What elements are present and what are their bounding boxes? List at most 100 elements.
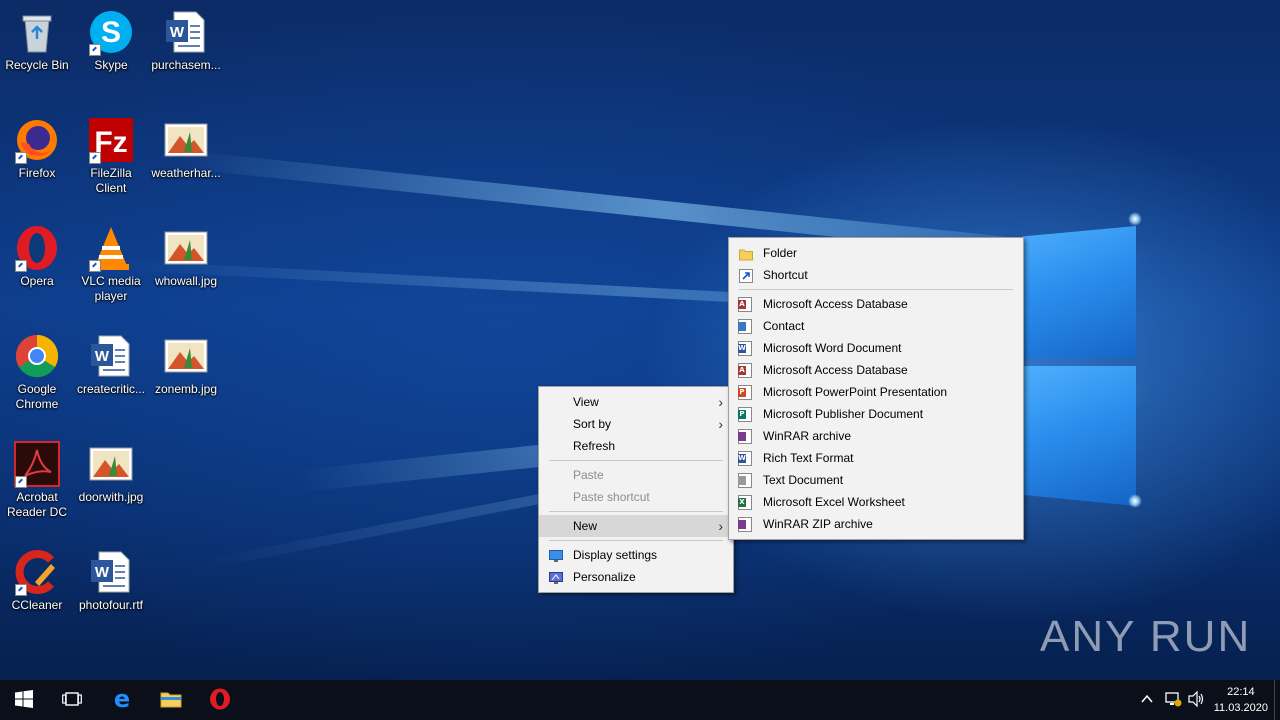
menu-item-new[interactable]: New › — [539, 515, 733, 537]
excel-icon: X — [738, 495, 752, 510]
folder-icon — [739, 246, 753, 261]
personalize-icon — [549, 570, 563, 584]
submenu-item-new-file[interactable]: WinRAR ZIP archive — [729, 513, 1023, 535]
new-submenu: Folder Shortcut A Microsoft Access Databa… — [728, 237, 1024, 540]
submenu-item-new-file[interactable]: Text Document — [729, 469, 1023, 491]
file-type-badge — [738, 476, 746, 485]
submenu-item-new-file[interactable]: W Microsoft Word Document — [729, 337, 1023, 359]
desktop-icon-whowall[interactable]: whowall.jpg — [149, 224, 223, 289]
desktop-icon-label: Skype — [94, 58, 128, 72]
menu-item-label: New — [573, 519, 598, 533]
desktop-icon-label: Google Chrome — [15, 382, 59, 411]
menu-separator — [739, 289, 1013, 290]
menu-item-label: WinRAR ZIP archive — [763, 517, 873, 531]
desktop-icon-ccleaner[interactable]: CCleaner — [0, 548, 74, 613]
desktop-icon-firefox[interactable]: Firefox — [0, 116, 74, 181]
start-button[interactable] — [0, 680, 48, 720]
submenu-item-new-file[interactable]: A Microsoft Access Database — [729, 359, 1023, 381]
menu-item-paste-shortcut: Paste shortcut — [539, 486, 733, 508]
submenu-item-new-file[interactable]: W Rich Text Format — [729, 447, 1023, 469]
taskbar-clock[interactable]: 22:14 11.03.2020 — [1214, 684, 1268, 716]
file-explorer-icon — [160, 690, 182, 711]
desktop-icon-skype[interactable]: S Skype — [74, 8, 148, 73]
filezilla-icon: Fz — [87, 116, 135, 164]
desktop-icon-chrome[interactable]: Google Chrome — [0, 332, 74, 412]
desktop-icon-opera[interactable]: Opera — [0, 224, 74, 289]
menu-item-label: Display settings — [573, 548, 658, 562]
show-desktop-button[interactable] — [1274, 680, 1280, 720]
network-icon — [1164, 692, 1182, 710]
menu-item-personalize[interactable]: Personalize — [539, 566, 733, 588]
desktop-icon-label: Acrobat Reader DC — [6, 490, 68, 519]
desktop-icon-vlc[interactable]: VLC media player — [74, 224, 148, 304]
desktop-icon-filezilla[interactable]: Fz FileZilla Client — [74, 116, 148, 196]
submenu-item-new-file[interactable]: WinRAR archive — [729, 425, 1023, 447]
file-type-badge — [738, 520, 746, 529]
access-icon: A — [738, 363, 752, 378]
menu-item-refresh[interactable]: Refresh — [539, 435, 733, 457]
submenu-item-new-file[interactable]: P Microsoft Publisher Document — [729, 403, 1023, 425]
menu-item-label: Microsoft Word Document — [763, 341, 902, 355]
submenu-item-new-file[interactable]: Contact — [729, 315, 1023, 337]
volume-button[interactable] — [1188, 690, 1206, 710]
anyrun-watermark: ANY RUN — [1040, 612, 1252, 661]
publisher-icon: P — [738, 407, 752, 422]
acrobat-icon — [13, 440, 61, 488]
menu-item-paste: Paste — [539, 464, 733, 486]
desktop-icon-photofour[interactable]: W photofour.rtf — [74, 548, 148, 613]
desktop-icon-acrobat[interactable]: Acrobat Reader DC — [0, 440, 74, 520]
desktop-icon-zonemb[interactable]: zonemb.jpg — [149, 332, 223, 397]
menu-item-label: Shortcut — [763, 268, 808, 282]
taskbar-edge-button[interactable]: e — [98, 680, 146, 720]
file-type-badge: P — [738, 388, 746, 397]
windows-logo-icon — [15, 689, 33, 711]
submenu-item-new-file[interactable]: X Microsoft Excel Worksheet — [729, 491, 1023, 513]
submenu-item-new-file[interactable]: P Microsoft PowerPoint Presentation — [729, 381, 1023, 403]
network-status-button[interactable] — [1164, 691, 1182, 710]
menu-item-label: Microsoft PowerPoint Presentation — [763, 385, 948, 399]
clock-date: 11.03.2020 — [1213, 702, 1268, 714]
menu-separator — [549, 540, 723, 541]
desktop-icon-label: weatherhar... — [151, 166, 221, 180]
desktop-icon-label: Opera — [20, 274, 54, 288]
menu-item-view[interactable]: View › — [539, 391, 733, 413]
menu-item-label: Text Document — [763, 473, 844, 487]
word-document-icon: W — [87, 332, 135, 380]
show-hidden-icons-button[interactable] — [1140, 692, 1154, 709]
word-document-icon: W — [87, 548, 135, 596]
desktop-context-menu: View › Sort by › Refresh Paste Paste sho… — [538, 386, 734, 593]
menu-item-label: Folder — [763, 246, 798, 260]
desktop-icon-label: FileZilla Client — [90, 166, 132, 195]
desktop-icon-createcritic[interactable]: W createcritic... — [74, 332, 148, 397]
task-view-button[interactable] — [48, 680, 96, 720]
svg-text:e: e — [114, 688, 130, 710]
word-document-icon: W — [162, 8, 210, 56]
access-icon: A — [738, 297, 752, 312]
image-file-icon — [162, 116, 210, 164]
file-type-badge: W — [738, 454, 746, 463]
menu-item-label: Paste — [573, 468, 604, 482]
submenu-item-new-file[interactable]: A Microsoft Access Database — [729, 293, 1023, 315]
image-file-icon — [162, 224, 210, 272]
desktop-icon-weatherhar[interactable]: weatherhar... — [149, 116, 223, 181]
taskbar-explorer-button[interactable] — [147, 680, 195, 720]
submenu-item-folder[interactable]: Folder — [729, 242, 1023, 264]
taskbar-opera-button[interactable] — [196, 680, 244, 720]
menu-separator — [549, 511, 723, 512]
desktop-icon-doorwith[interactable]: doorwith.jpg — [74, 440, 148, 505]
desktop-icon-recycle-bin[interactable]: Recycle Bin — [0, 8, 74, 73]
file-type-badge — [738, 432, 746, 441]
skype-icon: S — [87, 8, 135, 56]
menu-item-label: Refresh — [573, 439, 616, 453]
menu-item-sort-by[interactable]: Sort by › — [539, 413, 733, 435]
opera-icon — [209, 688, 231, 713]
desktop-icon-label: zonemb.jpg — [154, 382, 218, 396]
chevron-up-icon — [1140, 694, 1154, 709]
desktop-icon-purchasem[interactable]: W purchasem... — [149, 8, 223, 73]
menu-item-display-settings[interactable]: Display settings — [539, 544, 733, 566]
desktop-icon-label: photofour.rtf — [78, 598, 144, 612]
firefox-icon — [13, 116, 61, 164]
speaker-icon — [1188, 690, 1206, 710]
chrome-icon — [13, 332, 61, 380]
submenu-item-shortcut[interactable]: Shortcut — [729, 264, 1023, 286]
